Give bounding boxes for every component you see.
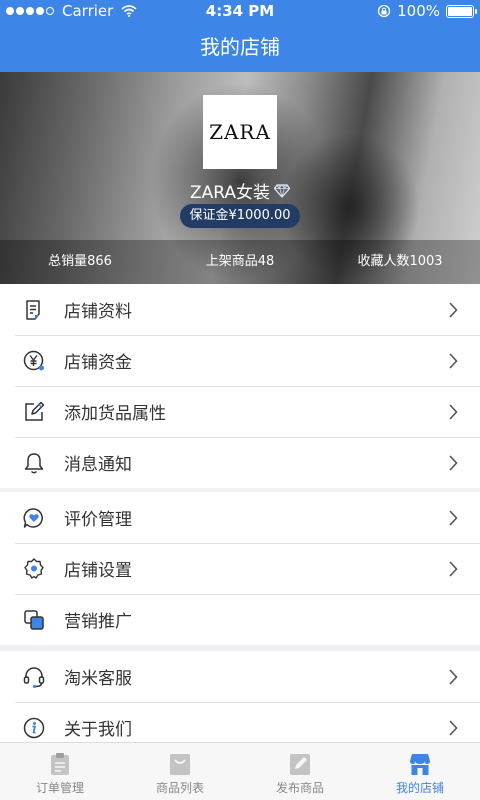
- chevron-right-icon: [449, 719, 458, 736]
- clipboard-icon: [51, 753, 69, 775]
- menu-label: 消息通知: [64, 455, 132, 475]
- menu-label: 营销推广: [64, 612, 132, 632]
- tab-label: 发布商品: [275, 781, 324, 795]
- status-right: 100%: [377, 2, 477, 20]
- chevron-right-icon: [449, 403, 458, 420]
- menu-label: 淘米客服: [64, 669, 132, 689]
- edit-icon: [25, 401, 45, 421]
- menu-item-customer-service[interactable]: 淘米客服: [0, 651, 480, 702]
- chevron-right-icon: [449, 352, 458, 369]
- menu-item-reviews[interactable]: 评价管理: [0, 492, 480, 543]
- menu-label: 关于我们: [64, 720, 132, 740]
- shop-logo[interactable]: ZARA: [203, 95, 277, 169]
- shop-name-row: ZARA女装: [0, 178, 480, 203]
- stat-listed-products: 上架商品48: [205, 254, 275, 269]
- bell-icon: [24, 452, 44, 473]
- info-icon: [23, 717, 45, 738]
- shop-logo-text: ZARA: [209, 120, 271, 144]
- chevron-right-icon: [449, 509, 458, 526]
- deposit-badge: 保证金¥1000.00: [180, 204, 300, 228]
- stat-total-sales: 总销量866: [48, 254, 112, 269]
- tab-orders[interactable]: 订单管理: [0, 743, 120, 800]
- battery-icon: [446, 4, 477, 18]
- menu-label: 店铺资金: [64, 353, 132, 373]
- status-bar: Carrier 4:34 PM 100%: [0, 0, 480, 22]
- tab-publish[interactable]: 发布商品: [240, 743, 360, 800]
- menu-item-shop-info[interactable]: 店铺资料: [0, 284, 480, 335]
- menu-group-support: 淘米客服 关于我们: [0, 651, 480, 753]
- menu-label: 店铺资料: [64, 302, 132, 322]
- store-icon: [410, 754, 430, 775]
- document-icon: [26, 299, 40, 320]
- tab-label: 我的店铺: [395, 781, 444, 795]
- pencil-icon: [290, 754, 310, 775]
- menu-label: 添加货品属性: [64, 404, 166, 424]
- menu-item-shop-settings[interactable]: 店铺设置: [0, 543, 480, 594]
- headset-icon: [23, 666, 45, 688]
- gear-icon: [24, 557, 44, 579]
- menu-group-management: 评价管理 店铺设置 营销推广: [0, 492, 480, 645]
- chevron-right-icon: [449, 454, 458, 471]
- rotation-lock-icon: [377, 4, 391, 18]
- menu-item-notifications[interactable]: 消息通知: [0, 437, 480, 488]
- chevron-right-icon: [449, 560, 458, 577]
- page-title: 我的店铺: [200, 35, 280, 59]
- yen-icon: [23, 350, 44, 370]
- chevron-right-icon: [449, 668, 458, 685]
- tab-label: 商品列表: [155, 781, 204, 795]
- chevron-right-icon: [449, 301, 458, 318]
- tab-bar: 订单管理 商品列表 发布商品 我的店铺: [0, 742, 480, 800]
- battery-percent: 100%: [397, 2, 440, 20]
- menu-label: 评价管理: [64, 510, 132, 530]
- tab-my-shop[interactable]: 我的店铺: [360, 743, 480, 800]
- menu-label: 店铺设置: [64, 561, 132, 581]
- stat-favorites: 收藏人数1003: [357, 254, 443, 269]
- menu-item-shop-funds[interactable]: 店铺资金: [0, 335, 480, 386]
- promotion-icon: [24, 609, 44, 630]
- shop-stats: 总销量866 上架商品48 收藏人数1003: [0, 240, 480, 284]
- heart-chat-icon: [23, 507, 43, 528]
- tab-products[interactable]: 商品列表: [120, 743, 240, 800]
- menu-item-marketing[interactable]: 营销推广: [0, 594, 480, 645]
- tab-label: 订单管理: [35, 781, 84, 795]
- bag-icon: [170, 754, 190, 775]
- shop-name: ZARA女装: [189, 183, 271, 203]
- nav-bar: 我的店铺: [0, 22, 480, 72]
- diamond-icon: [274, 183, 291, 198]
- menu-group-shop: 店铺资料 店铺资金 添加货品属性 消息通知: [0, 284, 480, 488]
- menu-item-add-attributes[interactable]: 添加货品属性: [0, 386, 480, 437]
- shop-header: ZARA ZARA女装 保证金¥1000.00 总销量866 上架商品48 收藏…: [0, 72, 480, 284]
